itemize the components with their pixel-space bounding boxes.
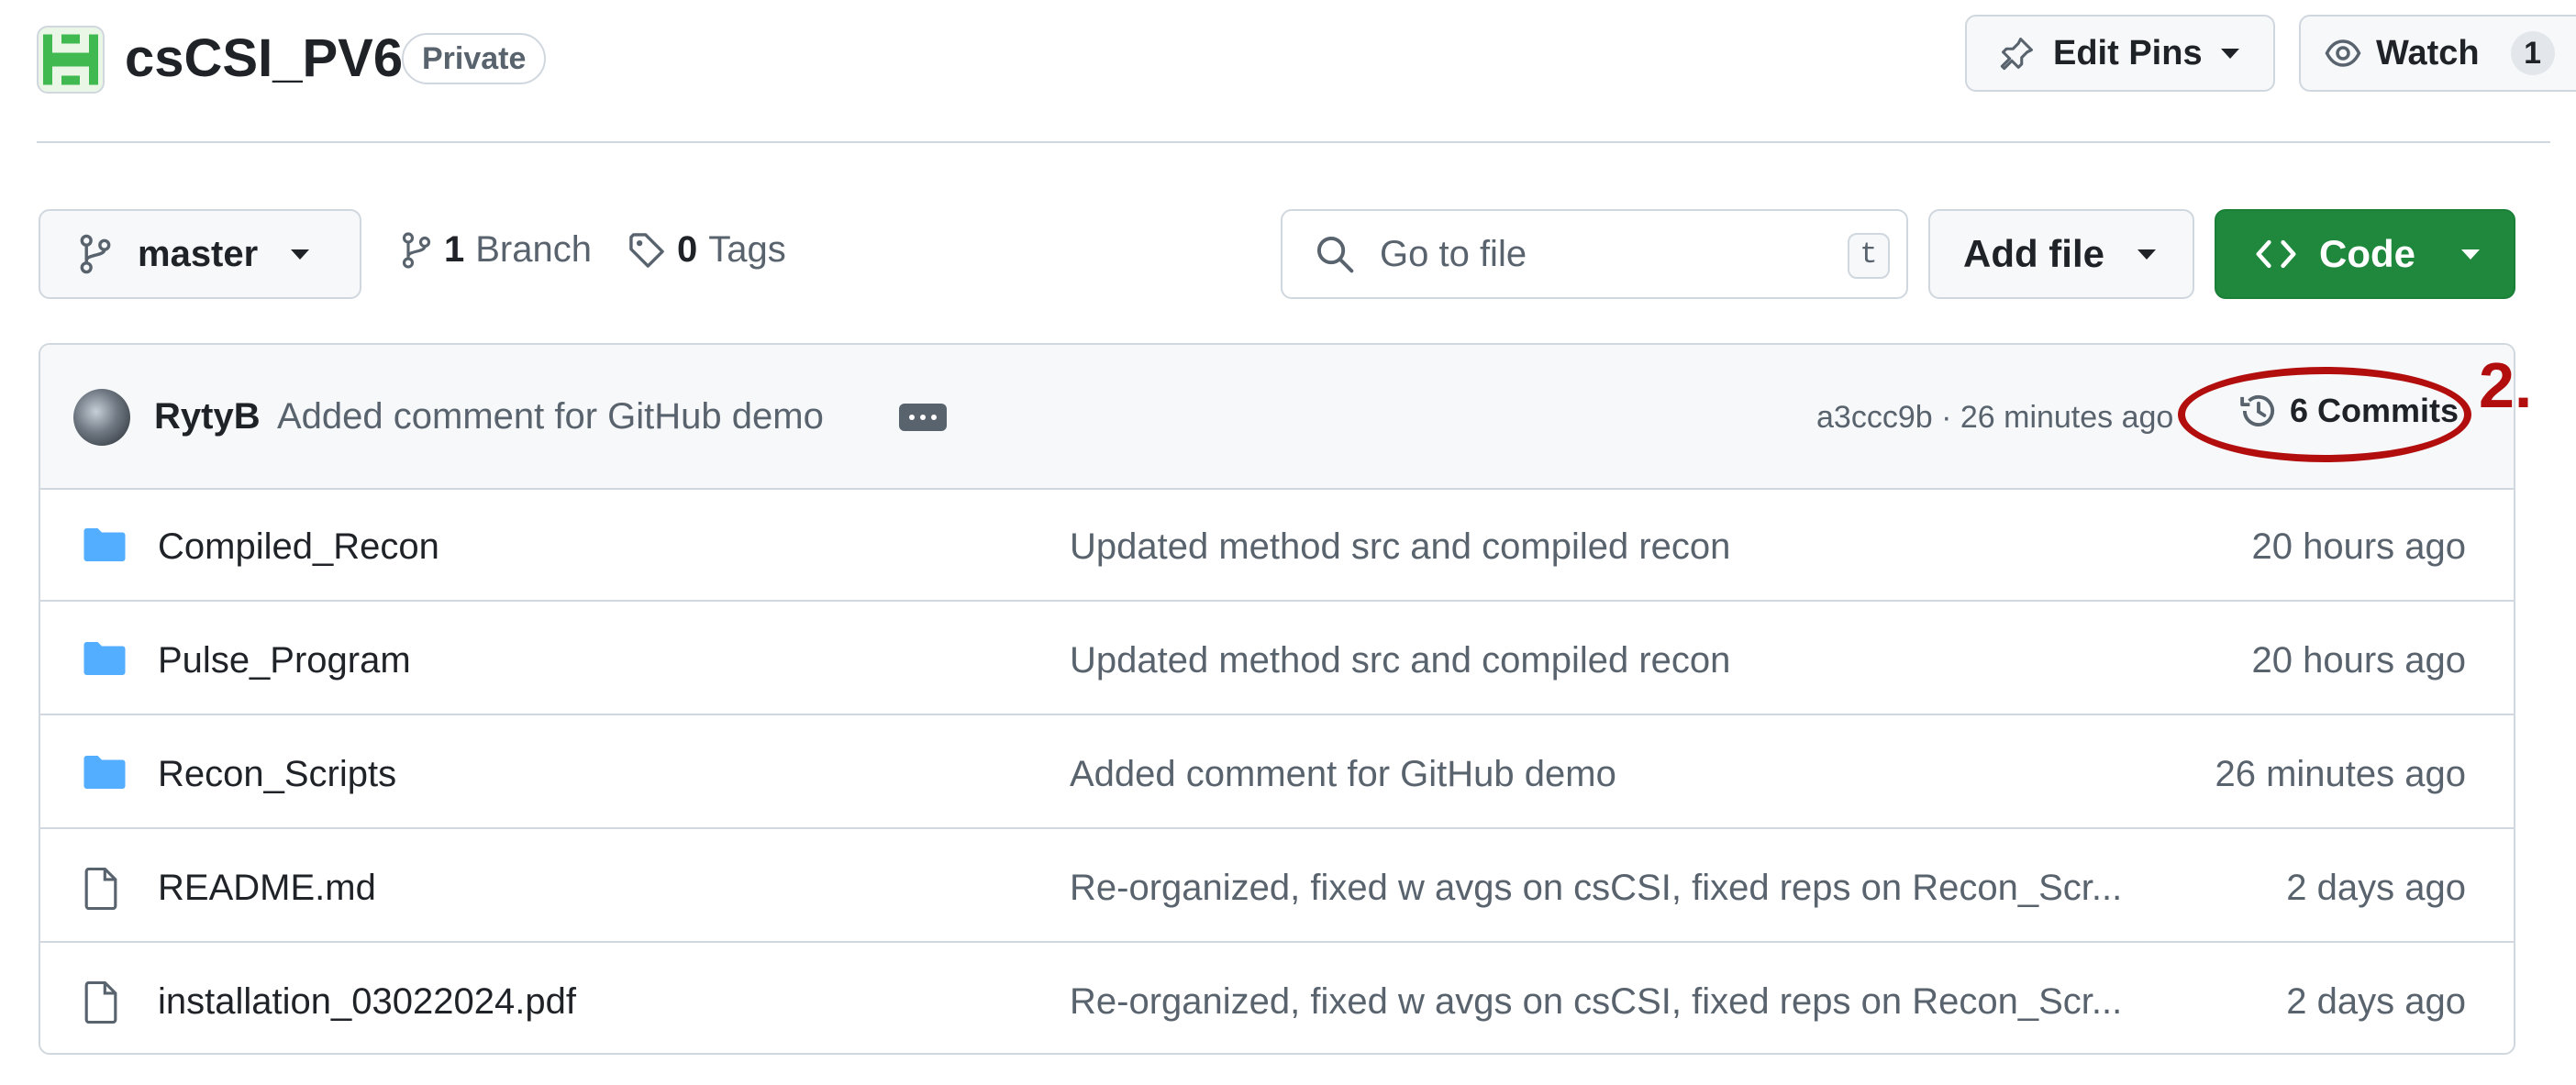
- go-to-file-input[interactable]: [1380, 233, 1820, 275]
- file-name-link[interactable]: Recon_Scripts: [158, 754, 396, 795]
- branch-name: master: [138, 233, 259, 274]
- chevron-down-icon: [2220, 48, 2239, 59]
- folder-icon: [83, 640, 127, 681]
- commit-message[interactable]: Added comment for GitHub demo: [277, 396, 824, 437]
- go-to-file-search[interactable]: t: [1281, 209, 1908, 299]
- file-name-link[interactable]: Pulse_Program: [158, 640, 411, 681]
- file-name-link[interactable]: installation_03022024.pdf: [158, 981, 576, 1023]
- file-table: RytyB Added comment for GitHub demo a3cc…: [39, 343, 2515, 1055]
- branches-label: Branch: [475, 229, 592, 270]
- identicon-icon: [43, 34, 98, 85]
- file-icon: [83, 867, 119, 914]
- repo-avatar[interactable]: [37, 26, 105, 94]
- edit-pins-button[interactable]: Edit Pins: [1965, 15, 2275, 92]
- branches-link[interactable]: 1 Branch: [400, 229, 592, 271]
- file-commit-date: 20 hours ago: [2251, 640, 2466, 681]
- file-commit-message[interactable]: Updated method src and compiled recon: [1070, 640, 1730, 681]
- file-row[interactable]: Pulse_Program Updated method src and comp…: [40, 603, 2514, 715]
- file-row[interactable]: Recon_Scripts Added comment for GitHub de…: [40, 717, 2514, 829]
- file-commit-message[interactable]: Re-organized, fixed w avgs on csCSI, fix…: [1070, 868, 2122, 909]
- code-icon: [2256, 239, 2296, 269]
- file-row[interactable]: README.md Re-organized, fixed w avgs on c…: [40, 831, 2514, 943]
- branch-selector[interactable]: master: [39, 209, 361, 299]
- chevron-down-icon: [2461, 249, 2480, 260]
- commit-author[interactable]: RytyB: [154, 396, 261, 437]
- tag-icon: [629, 232, 664, 268]
- eye-icon: [2325, 39, 2361, 67]
- file-commit-date: 2 days ago: [2286, 868, 2466, 908]
- pin-icon: [2000, 38, 2033, 71]
- watch-count: 1: [2510, 31, 2555, 75]
- header-divider: [37, 141, 2550, 143]
- keyboard-shortcut-hint: t: [1848, 233, 1890, 279]
- file-commit-date: 26 minutes ago: [2215, 754, 2466, 794]
- file-row[interactable]: Compiled_Recon Updated method src and com…: [40, 490, 2514, 602]
- tags-count: 0: [677, 229, 698, 270]
- watch-button[interactable]: Watch 1: [2299, 15, 2576, 92]
- watch-label: Watch: [2376, 33, 2480, 72]
- add-file-button[interactable]: Add file: [1928, 209, 2194, 299]
- file-commit-message[interactable]: Re-organized, fixed w avgs on csCSI, fix…: [1070, 981, 2122, 1023]
- annotation-label: 2.: [2479, 349, 2533, 421]
- author-avatar[interactable]: [73, 389, 130, 446]
- chevron-down-icon: [291, 249, 310, 260]
- tags-label: Tags: [708, 229, 786, 270]
- search-icon: [1316, 236, 1354, 273]
- commit-hash-time[interactable]: a3ccc9b · 26 minutes ago: [1816, 400, 2173, 436]
- tags-link[interactable]: 0 Tags: [627, 229, 786, 271]
- edit-pins-label: Edit Pins: [2053, 33, 2203, 72]
- branches-count: 1: [444, 229, 465, 270]
- chevron-down-icon: [2137, 249, 2156, 260]
- folder-icon: [83, 754, 127, 795]
- file-commit-message[interactable]: Added comment for GitHub demo: [1070, 754, 1616, 795]
- visibility-badge: Private: [402, 33, 547, 84]
- code-button[interactable]: Code: [2215, 209, 2515, 299]
- file-commit-date: 2 days ago: [2286, 981, 2466, 1022]
- file-icon: [83, 980, 119, 1028]
- file-commit-message[interactable]: Updated method src and compiled recon: [1070, 526, 1730, 568]
- repo-name[interactable]: csCSI_PV6: [125, 26, 403, 92]
- file-commit-date: 20 hours ago: [2251, 526, 2466, 567]
- git-branch-icon: [80, 234, 111, 274]
- add-file-label: Add file: [1963, 232, 2104, 275]
- ellipsis-icon[interactable]: [899, 404, 947, 431]
- code-label: Code: [2319, 232, 2415, 275]
- annotation-ellipse: [2178, 367, 2471, 462]
- file-name-link[interactable]: README.md: [158, 868, 376, 909]
- folder-icon: [83, 526, 127, 568]
- git-branch-icon: [402, 231, 431, 269]
- latest-commit-bar: RytyB Added comment for GitHub demo a3cc…: [40, 345, 2514, 490]
- file-row[interactable]: installation_03022024.pdf Re-organized, f…: [40, 945, 2514, 1053]
- file-name-link[interactable]: Compiled_Recon: [158, 526, 439, 568]
